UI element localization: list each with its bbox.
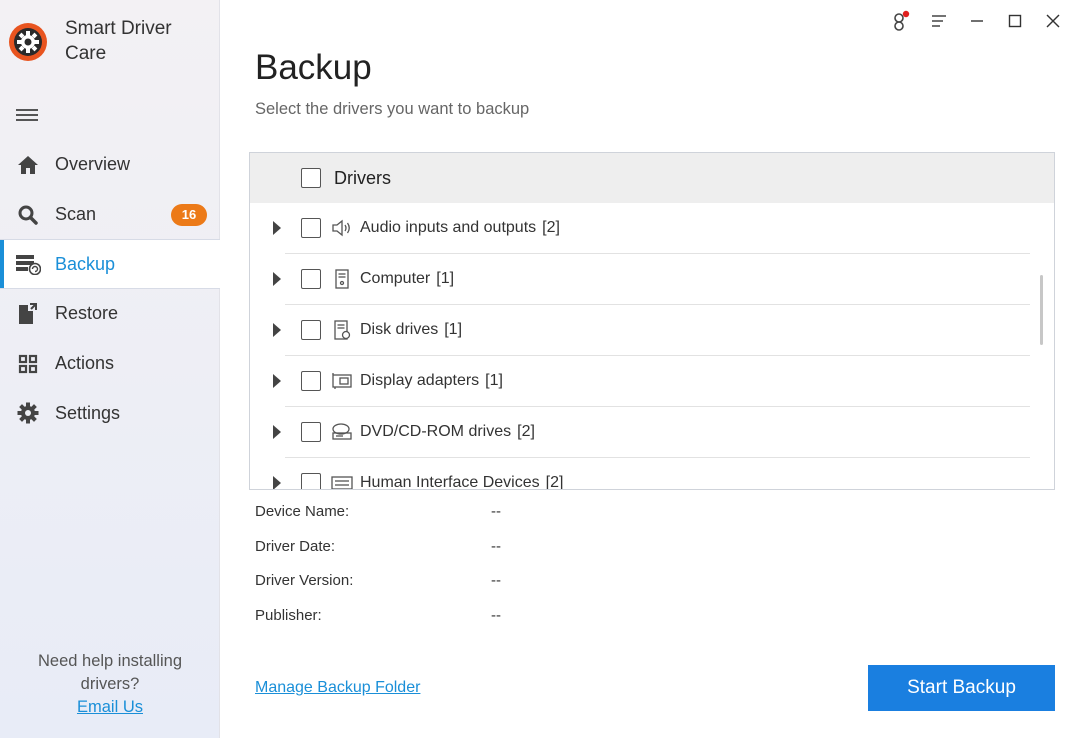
row-count: [2] (542, 219, 560, 236)
app-logo-icon (9, 23, 47, 61)
speaker-icon (331, 217, 353, 239)
sidebar-item-label: Scan (55, 204, 97, 225)
disk-drive-icon (331, 319, 353, 341)
sidebar-item-label: Actions (55, 353, 115, 374)
driver-rows: Audio inputs and outputs [2] Computer [1… (250, 203, 1054, 490)
hamburger-menu-icon[interactable] (16, 106, 38, 124)
detail-value: -- (491, 572, 501, 589)
gear-icon (15, 400, 41, 426)
start-backup-button[interactable]: Start Backup (868, 665, 1055, 711)
drivers-list: Drivers Audio inputs and outputs [2] Com… (249, 152, 1055, 490)
restore-icon (15, 301, 41, 327)
row-checkbox[interactable] (301, 473, 321, 489)
brand: Smart Driver Care (8, 16, 195, 66)
row-label: Audio inputs and outputs (360, 219, 537, 236)
row-count: [2] (517, 423, 535, 440)
driver-category-row: Computer [1] (285, 254, 1030, 305)
email-us-link[interactable]: Email Us (77, 698, 143, 716)
display-adapter-icon (331, 370, 353, 392)
expand-arrow-icon[interactable] (273, 271, 287, 287)
row-checkbox[interactable] (301, 422, 321, 442)
driver-category-row: DVD/CD-ROM drives [2] (285, 407, 1030, 458)
sidebar-item-overview[interactable]: Overview (0, 140, 220, 190)
driver-category-row: Disk drives [1] (285, 305, 1030, 356)
drivers-scrollbar[interactable] (1040, 275, 1043, 345)
help-text: Need help installing drivers? (37, 652, 182, 693)
detail-value: -- (491, 606, 501, 624)
expand-arrow-icon[interactable] (273, 475, 287, 489)
row-checkbox[interactable] (301, 269, 321, 289)
row-checkbox[interactable] (301, 320, 321, 340)
manage-backup-folder-link[interactable]: Manage Backup Folder (255, 679, 420, 697)
scan-icon (15, 202, 41, 228)
sidebar-item-restore[interactable]: Restore (0, 289, 220, 339)
app-name: Smart Driver Care (65, 18, 172, 64)
account-icon[interactable] (882, 8, 920, 34)
computer-icon (331, 268, 353, 290)
sidebar-item-label: Restore (55, 303, 119, 324)
driver-category-row: Display adapters [1] (285, 356, 1030, 407)
detail-label: Publisher: (255, 606, 322, 624)
sidebar-nav: Overview Scan 16 Backup Restore Actions … (0, 140, 220, 438)
expand-arrow-icon[interactable] (273, 322, 287, 338)
page-subtitle: Select the drivers you want to backup (255, 100, 530, 118)
detail-label: Driver Version: (255, 572, 354, 589)
page-title: Backup (255, 48, 372, 87)
sidebar-item-label: Backup (55, 253, 116, 274)
dvd-drive-icon (331, 421, 353, 443)
sidebar-item-backup[interactable]: Backup (0, 239, 220, 290)
maximize-icon[interactable] (996, 8, 1034, 34)
detail-row-driver-version: Driver Version: -- (255, 572, 501, 607)
menu-icon[interactable] (920, 8, 958, 34)
expand-arrow-icon[interactable] (273, 220, 287, 236)
expand-arrow-icon[interactable] (273, 373, 287, 389)
row-label: Human Interface Devices (360, 474, 540, 490)
sidebar: Smart Driver Care Overview Scan 16 Backu… (0, 0, 220, 738)
sidebar-item-label: Overview (55, 154, 131, 175)
close-icon[interactable] (1034, 8, 1072, 34)
row-count: [1] (444, 321, 463, 338)
row-count: [2] (545, 474, 564, 490)
detail-value: -- (491, 537, 501, 555)
driver-category-row: Human Interface Devices [2] (285, 458, 1030, 490)
select-all-checkbox[interactable] (301, 168, 321, 188)
row-count: [1] (485, 372, 503, 389)
sidebar-item-settings[interactable]: Settings (0, 388, 220, 438)
help-section: Need help installing drivers? Email Us (0, 650, 220, 719)
detail-value: -- (491, 503, 501, 520)
detail-row-device-name: Device Name: -- (255, 503, 501, 538)
detail-row-publisher: Publisher: -- (255, 607, 501, 642)
expand-arrow-icon[interactable] (273, 424, 287, 440)
row-label: Display adapters (360, 372, 480, 389)
row-count: [1] (436, 270, 455, 287)
drivers-header-label: Drivers (334, 167, 391, 188)
drivers-header: Drivers (250, 153, 1054, 203)
row-checkbox[interactable] (301, 371, 321, 391)
driver-details: Device Name: -- Driver Date: -- Driver V… (255, 503, 501, 641)
home-icon (15, 152, 41, 178)
scan-count-badge: 16 (171, 203, 207, 226)
minimize-icon[interactable] (958, 8, 996, 34)
row-label: DVD/CD-ROM drives (360, 423, 512, 440)
window-controls (882, 8, 1072, 34)
detail-label: Device Name: (255, 503, 350, 520)
detail-label: Driver Date: (255, 537, 336, 555)
detail-row-driver-date: Driver Date: -- (255, 538, 501, 573)
sidebar-item-actions[interactable]: Actions (0, 339, 220, 389)
driver-category-row: Audio inputs and outputs [2] (285, 203, 1030, 254)
sidebar-item-scan[interactable]: Scan 16 (0, 190, 220, 240)
row-label: Disk drives (360, 321, 439, 338)
actions-grid-icon (15, 351, 41, 377)
row-label: Computer (360, 270, 431, 287)
row-checkbox[interactable] (301, 218, 321, 238)
backup-icon (15, 251, 41, 277)
keyboard-icon (331, 472, 353, 489)
sidebar-item-label: Settings (55, 402, 121, 423)
